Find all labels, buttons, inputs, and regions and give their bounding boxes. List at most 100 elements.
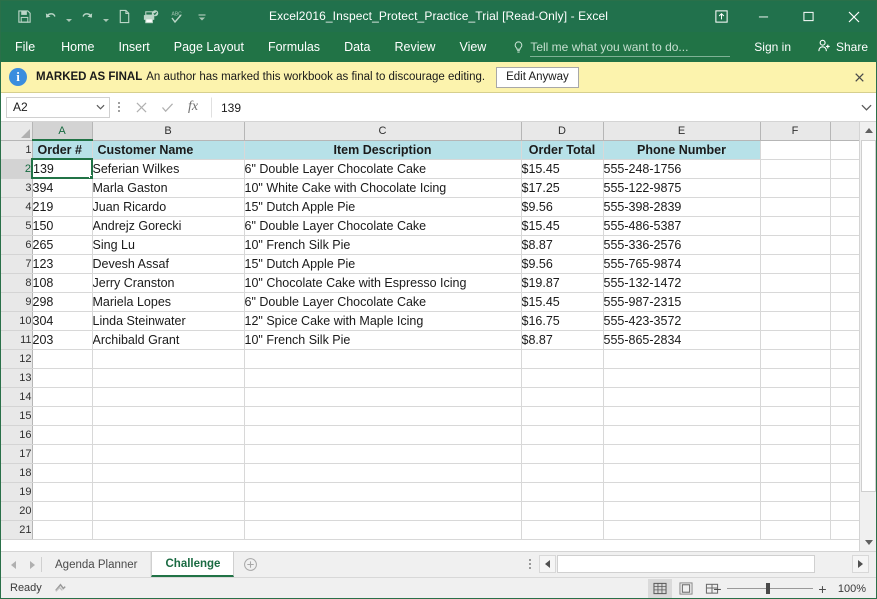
row-header-1[interactable]: 1	[1, 140, 32, 159]
cell-partial-5[interactable]	[830, 216, 860, 235]
tab-file[interactable]: File	[1, 32, 49, 62]
cell-D9[interactable]: $15.45	[521, 292, 603, 311]
cell-D11[interactable]: $8.87	[521, 330, 603, 349]
cell-F6[interactable]	[760, 235, 830, 254]
cell-A6[interactable]: 265	[32, 235, 92, 254]
cell-D10[interactable]: $16.75	[521, 311, 603, 330]
cell-D7[interactable]: $9.56	[521, 254, 603, 273]
cell-F13[interactable]	[760, 368, 830, 387]
cell-D15[interactable]	[521, 406, 603, 425]
cell-A4[interactable]: 219	[32, 197, 92, 216]
cell-F7[interactable]	[760, 254, 830, 273]
cell-C12[interactable]	[244, 349, 521, 368]
tab-home[interactable]: Home	[49, 32, 106, 62]
cell-E13[interactable]	[603, 368, 760, 387]
cell-partial-4[interactable]	[830, 197, 860, 216]
cell-partial-19[interactable]	[830, 482, 860, 501]
cell-B21[interactable]	[92, 520, 244, 539]
cell-B17[interactable]	[92, 444, 244, 463]
cell-E9[interactable]: 555-987-2315	[603, 292, 760, 311]
cell-D3[interactable]: $17.25	[521, 178, 603, 197]
cell-B19[interactable]	[92, 482, 244, 501]
row-header-21[interactable]: 21	[1, 520, 32, 539]
row-header-7[interactable]: 7	[1, 254, 32, 273]
cell-C14[interactable]	[244, 387, 521, 406]
cell-F21[interactable]	[760, 520, 830, 539]
name-box-chevron-down-icon[interactable]	[91, 104, 109, 110]
cell-D8[interactable]: $19.87	[521, 273, 603, 292]
cell-A20[interactable]	[32, 501, 92, 520]
redo-dropdown-icon[interactable]	[100, 5, 111, 29]
cell-F5[interactable]	[760, 216, 830, 235]
cell-E15[interactable]	[603, 406, 760, 425]
new-file-icon[interactable]	[111, 5, 137, 29]
row-header-6[interactable]: 6	[1, 235, 32, 254]
cell-F8[interactable]	[760, 273, 830, 292]
scroll-up-button[interactable]	[860, 122, 877, 139]
cell-B5[interactable]: Andrejz Gorecki	[92, 216, 244, 235]
cell-F11[interactable]	[760, 330, 830, 349]
edit-anyway-button[interactable]: Edit Anyway	[496, 67, 579, 88]
cell-D13[interactable]	[521, 368, 603, 387]
row-header-5[interactable]: 5	[1, 216, 32, 235]
cell-F19[interactable]	[760, 482, 830, 501]
cell-F14[interactable]	[760, 387, 830, 406]
cell-A2[interactable]: 139	[32, 159, 92, 178]
tell-me-input[interactable]: Tell me what you want to do...	[530, 37, 730, 57]
cell-B15[interactable]	[92, 406, 244, 425]
row-header-16[interactable]: 16	[1, 425, 32, 444]
maximize-button[interactable]	[786, 1, 831, 32]
cell-B8[interactable]: Jerry Cranston	[92, 273, 244, 292]
enter-check-icon[interactable]	[154, 96, 180, 118]
cell-B10[interactable]: Linda Steinwater	[92, 311, 244, 330]
cell-A1[interactable]: Order #	[32, 140, 92, 159]
cell-B20[interactable]	[92, 501, 244, 520]
cell-E4[interactable]: 555-398-2839	[603, 197, 760, 216]
row-header-13[interactable]: 13	[1, 368, 32, 387]
cell-B2[interactable]: Seferian Wilkes	[92, 159, 244, 178]
cell-partial-13[interactable]	[830, 368, 860, 387]
cell-B13[interactable]	[92, 368, 244, 387]
column-header-c[interactable]: C	[244, 122, 521, 140]
cell-A12[interactable]	[32, 349, 92, 368]
sign-in-button[interactable]: Sign in	[754, 32, 791, 62]
cell-D16[interactable]	[521, 425, 603, 444]
cell-partial-17[interactable]	[830, 444, 860, 463]
cell-A14[interactable]	[32, 387, 92, 406]
sheet-tab-agenda-planner[interactable]: Agenda Planner	[42, 552, 151, 577]
cell-D6[interactable]: $8.87	[521, 235, 603, 254]
cell-C2[interactable]: 6" Double Layer Chocolate Cake	[244, 159, 521, 178]
zoom-slider[interactable]	[727, 578, 813, 599]
column-header-a[interactable]: A	[32, 122, 92, 140]
tab-page-layout[interactable]: Page Layout	[162, 32, 256, 62]
tab-insert[interactable]: Insert	[107, 32, 162, 62]
cell-B14[interactable]	[92, 387, 244, 406]
cell-partial-20[interactable]	[830, 501, 860, 520]
tell-me-box[interactable]: Tell me what you want to do...	[512, 32, 730, 62]
tab-view[interactable]: View	[447, 32, 498, 62]
row-header-20[interactable]: 20	[1, 501, 32, 520]
undo-icon[interactable]	[37, 5, 63, 29]
cell-F18[interactable]	[760, 463, 830, 482]
cell-partial-9[interactable]	[830, 292, 860, 311]
row-header-17[interactable]: 17	[1, 444, 32, 463]
cell-partial-1[interactable]	[830, 140, 860, 159]
nav-next-icon[interactable]	[30, 561, 35, 569]
cell-B7[interactable]: Devesh Assaf	[92, 254, 244, 273]
cell-B4[interactable]: Juan Ricardo	[92, 197, 244, 216]
row-header-11[interactable]: 11	[1, 330, 32, 349]
cell-D12[interactable]	[521, 349, 603, 368]
cell-F15[interactable]	[760, 406, 830, 425]
undo-dropdown-icon[interactable]	[63, 5, 74, 29]
cell-partial-3[interactable]	[830, 178, 860, 197]
message-bar-close-icon[interactable]	[851, 69, 867, 85]
sheet-tab-challenge[interactable]: Challenge	[151, 552, 234, 577]
cell-C9[interactable]: 6" Double Layer Chocolate Cake	[244, 292, 521, 311]
cell-A19[interactable]	[32, 482, 92, 501]
cell-partial-15[interactable]	[830, 406, 860, 425]
row-header-8[interactable]: 8	[1, 273, 32, 292]
cell-C11[interactable]: 10" French Silk Pie	[244, 330, 521, 349]
cell-C20[interactable]	[244, 501, 521, 520]
cell-C13[interactable]	[244, 368, 521, 387]
cell-F16[interactable]	[760, 425, 830, 444]
